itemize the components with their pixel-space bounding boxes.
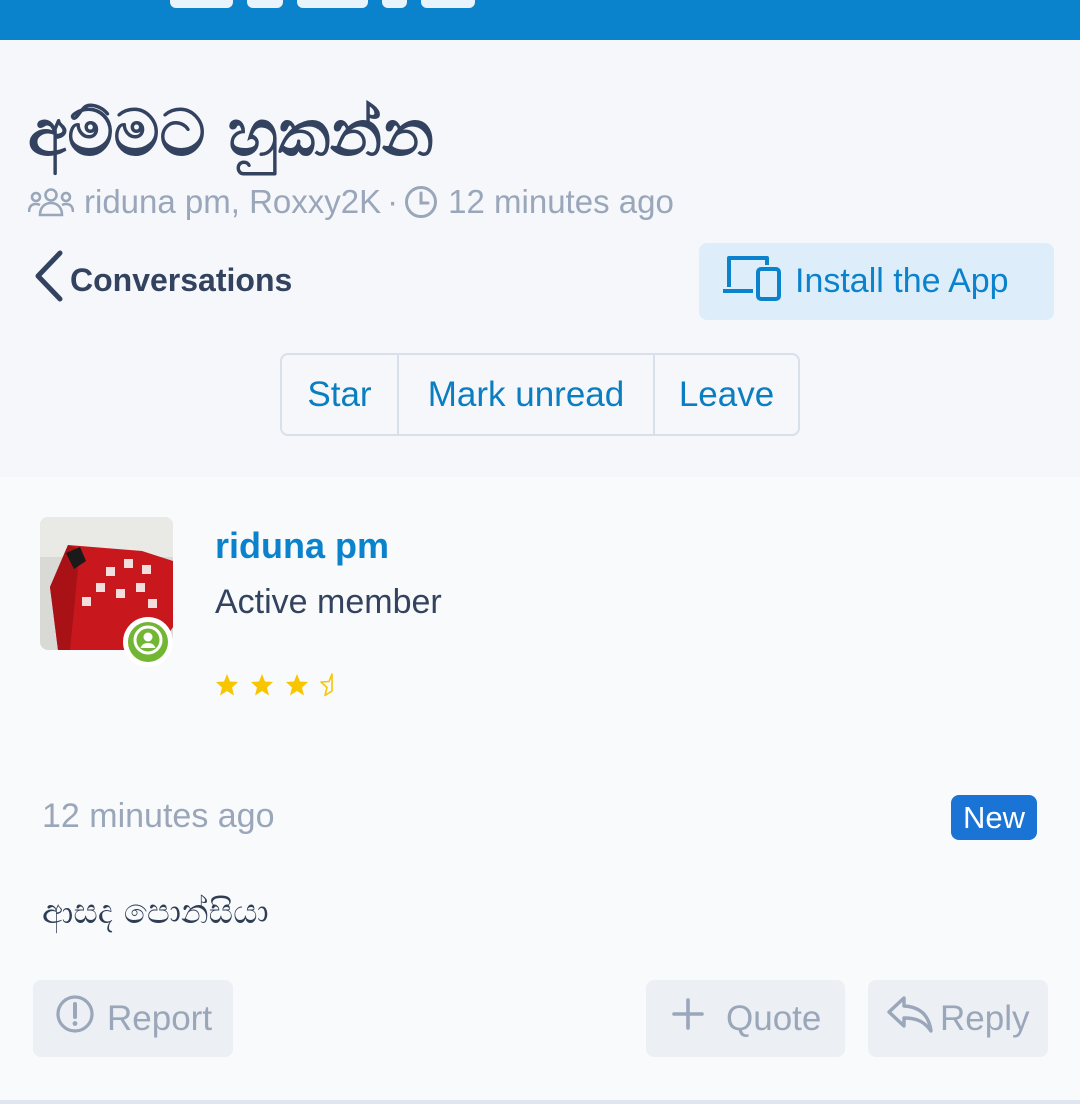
plus-icon — [672, 998, 704, 1039]
quote-label: Quote — [726, 998, 822, 1038]
conversation-meta: riduna pm, Roxxy2K · 12 minutes ago — [28, 183, 674, 221]
chevron-left-icon — [32, 249, 66, 311]
report-label: Report — [107, 998, 213, 1038]
page-title: අම්මට හුකන්න — [28, 97, 435, 171]
message-username[interactable]: riduna pm — [215, 525, 389, 567]
clock-icon — [404, 185, 438, 219]
user-icon — [133, 625, 163, 660]
star-icon — [216, 674, 238, 696]
message-time: 12 minutes ago — [42, 797, 275, 835]
mark-unread-button[interactable]: Mark unread — [399, 355, 655, 434]
install-app-button[interactable]: Install the App — [699, 243, 1054, 320]
page-header: අම්මට හුකන්න riduna pm, Roxxy2K · 12 min… — [0, 40, 1080, 477]
user-title: Active member — [215, 583, 442, 621]
star-icon — [286, 674, 308, 696]
message: riduna pm Active member 12 minutes ago N… — [0, 477, 1080, 1104]
meta-separator: · — [387, 183, 399, 220]
star-button[interactable]: Star — [282, 355, 399, 434]
star-icon — [251, 674, 273, 696]
report-button[interactable]: Report — [33, 980, 233, 1057]
reply-label: Reply — [940, 998, 1030, 1038]
reply-arrow-icon — [886, 994, 934, 1043]
conversation-time: 12 minutes ago — [448, 183, 674, 220]
online-status-indicator — [123, 617, 173, 667]
leave-button[interactable]: Leave — [655, 355, 798, 434]
back-link-label: Conversations — [70, 261, 293, 298]
top-bar — [0, 0, 1080, 40]
participants-icon — [28, 187, 74, 217]
alert-circle-icon — [55, 994, 95, 1043]
site-logo[interactable] — [170, 0, 475, 8]
quote-button[interactable]: Quote — [646, 980, 845, 1057]
half-star-icon — [320, 673, 333, 697]
new-badge: New — [951, 795, 1038, 840]
user-rating — [215, 673, 344, 697]
conversation-actions: Star Mark unread Leave — [280, 353, 800, 436]
devices-icon — [721, 253, 781, 310]
message-body: ආසද පොන්සියා — [42, 892, 269, 932]
message-divider — [0, 1100, 1080, 1104]
install-app-label: Install the App — [795, 262, 1009, 300]
participants-list[interactable]: riduna pm, Roxxy2K — [84, 183, 381, 221]
back-to-conversations-link[interactable]: Conversations — [32, 249, 293, 311]
reply-button[interactable]: Reply — [868, 980, 1048, 1057]
